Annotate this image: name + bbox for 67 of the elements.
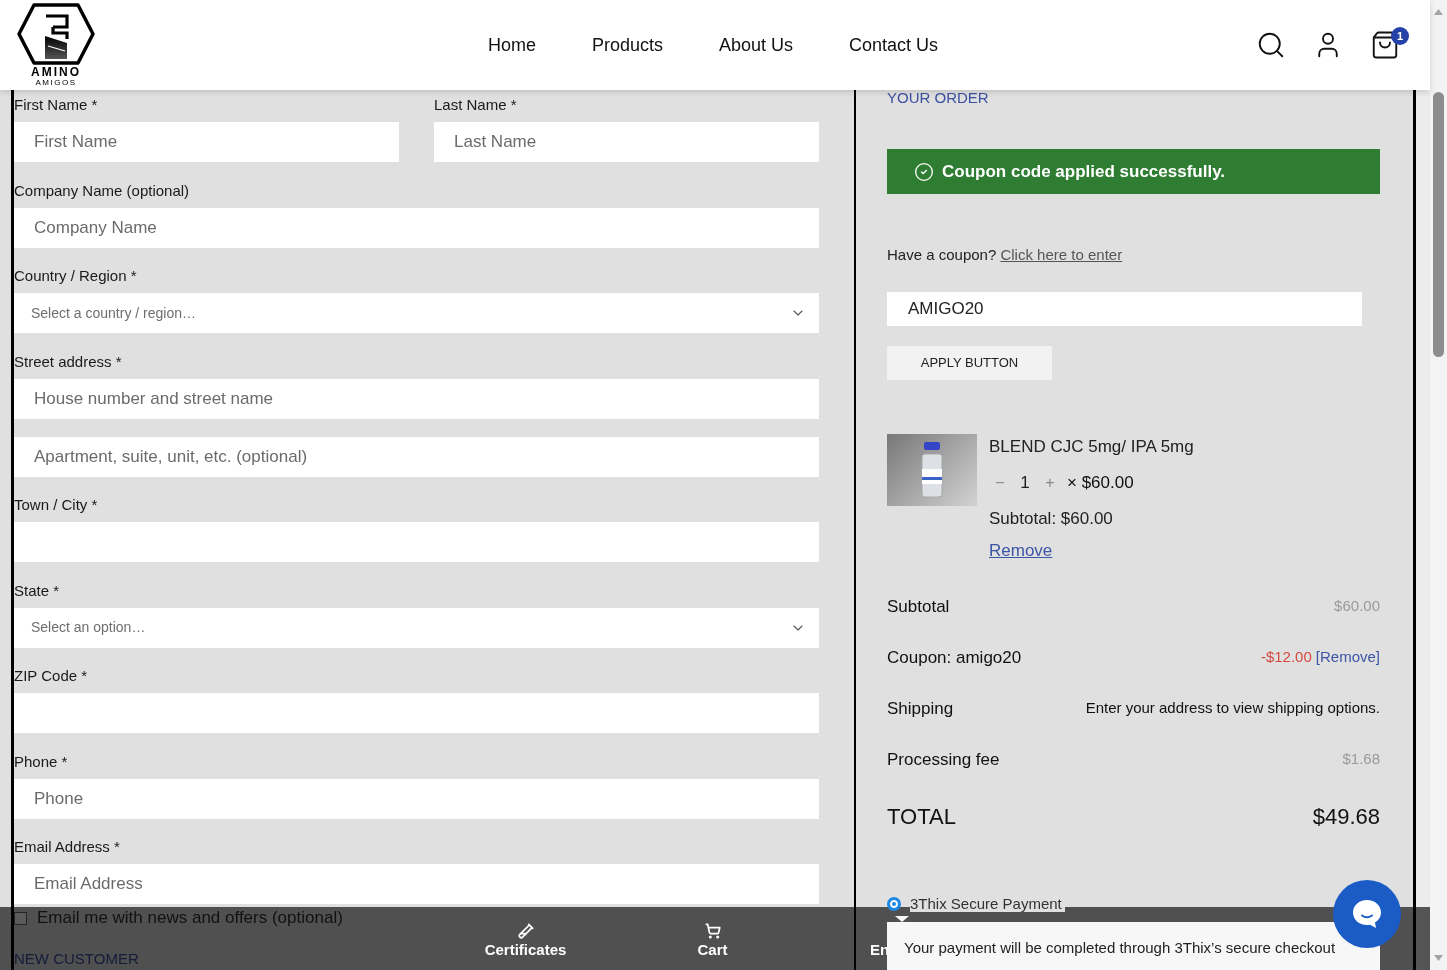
search-button[interactable] (1256, 30, 1286, 60)
coupon-code-field[interactable]: AMIGO20 (887, 292, 1362, 326)
logo-tagline: AMIGOS (35, 77, 77, 88)
nav-link[interactable]: Contact Us (849, 34, 939, 56)
scroll-up-arrow-icon[interactable] (1434, 9, 1443, 15)
section-heading: YOUR ORDER (887, 90, 990, 106)
scrollbar-thumb[interactable] (1433, 92, 1444, 357)
total-label: TOTAL (887, 802, 956, 831)
text-field[interactable]: Email Address (14, 864, 819, 904)
text-field[interactable] (14, 693, 819, 733)
radio-button[interactable] (887, 897, 901, 911)
field-label: Town / City * (14, 496, 99, 514)
search-icon (1256, 30, 1286, 60)
coupon-prompt: Have a coupon? Click here to enter (887, 246, 1124, 265)
coupon-link[interactable]: Click here to enter (1000, 246, 1123, 264)
text-field[interactable]: Last Name (434, 122, 819, 162)
checkbox-label: Email me with news and offers (optional) (37, 908, 343, 928)
product-name: BLEND CJC 5mg/ IPA 5mg (989, 436, 1194, 458)
newsletter-checkbox[interactable] (14, 911, 27, 925)
total-label: Shipping (887, 697, 954, 720)
remove-coupon-link[interactable]: [Remove] (1315, 646, 1380, 669)
total-value: $1.68 (1342, 749, 1380, 770)
notice-text: Coupon code applied successfully. (942, 160, 1226, 183)
quantity-field[interactable]: 1 (1010, 470, 1040, 496)
nav-link[interactable]: Home (487, 34, 536, 56)
scroll-down-arrow-icon[interactable] (1434, 955, 1443, 961)
text-field[interactable]: First Name (14, 122, 399, 162)
test-tube-icon (517, 923, 534, 939)
logo-wordmark: AMINO (31, 65, 81, 78)
text-field[interactable]: Phone (14, 778, 819, 819)
text-field[interactable]: House number and street name (14, 378, 819, 419)
field-label: Company Name (optional) (14, 181, 191, 200)
bottom-nav-button[interactable]: Certificates (432, 907, 619, 970)
item-subtotal: Subtotal: $60.00 (989, 508, 1114, 530)
text-field[interactable] (14, 522, 819, 562)
field-label: Last Name * (434, 96, 518, 114)
text-field[interactable]: Apartment, suite, unit, etc. (optional) (14, 436, 819, 477)
total-value: $49.68 (1312, 802, 1380, 831)
unit-price: × $60.00 (1067, 472, 1134, 495)
check-circle-icon (914, 161, 934, 182)
total-label: Processing fee (887, 748, 1000, 771)
remove-link[interactable]: Remove (989, 538, 1053, 564)
payment-method-label: 3Thix Secure Payment (910, 896, 1065, 912)
field-label: Email Address * (14, 838, 121, 856)
shopping-bag-button[interactable]: 1 (1370, 27, 1409, 63)
field-label: Phone * (14, 752, 69, 771)
select-field[interactable]: Select an option… (14, 607, 819, 648)
total-value: $60.00 (1334, 596, 1380, 617)
field-label: First Name * (14, 96, 99, 114)
nav-link[interactable]: Products (591, 34, 663, 56)
chat-bubble-icon (1351, 898, 1383, 930)
field-label: Country / Region * (14, 267, 138, 285)
item-count-badge: 1 (1391, 27, 1409, 45)
total-label: Coupon: amigo20 (887, 646, 1022, 669)
field-label: Street address * (14, 352, 123, 371)
select-field[interactable]: Select a country / region… (14, 293, 819, 333)
discount-value: -$12.00 (1260, 647, 1312, 668)
bottom-nav-button[interactable]: Cart (619, 907, 806, 970)
field-label: State * (14, 581, 61, 600)
shipping-note: Enter your address to view shipping options. (1085, 698, 1380, 719)
apply-coupon-button[interactable]: APPLY BUTTON (887, 346, 1052, 380)
nav-link[interactable]: About Us (719, 34, 794, 56)
payment-description: Your payment will be completed through 3Thix’s secure checkout (887, 922, 1380, 970)
field-label: ZIP Code * (14, 667, 89, 685)
cart-icon (704, 923, 721, 939)
text-field[interactable]: Company Name (14, 207, 819, 248)
total-label: Subtotal (887, 595, 950, 618)
